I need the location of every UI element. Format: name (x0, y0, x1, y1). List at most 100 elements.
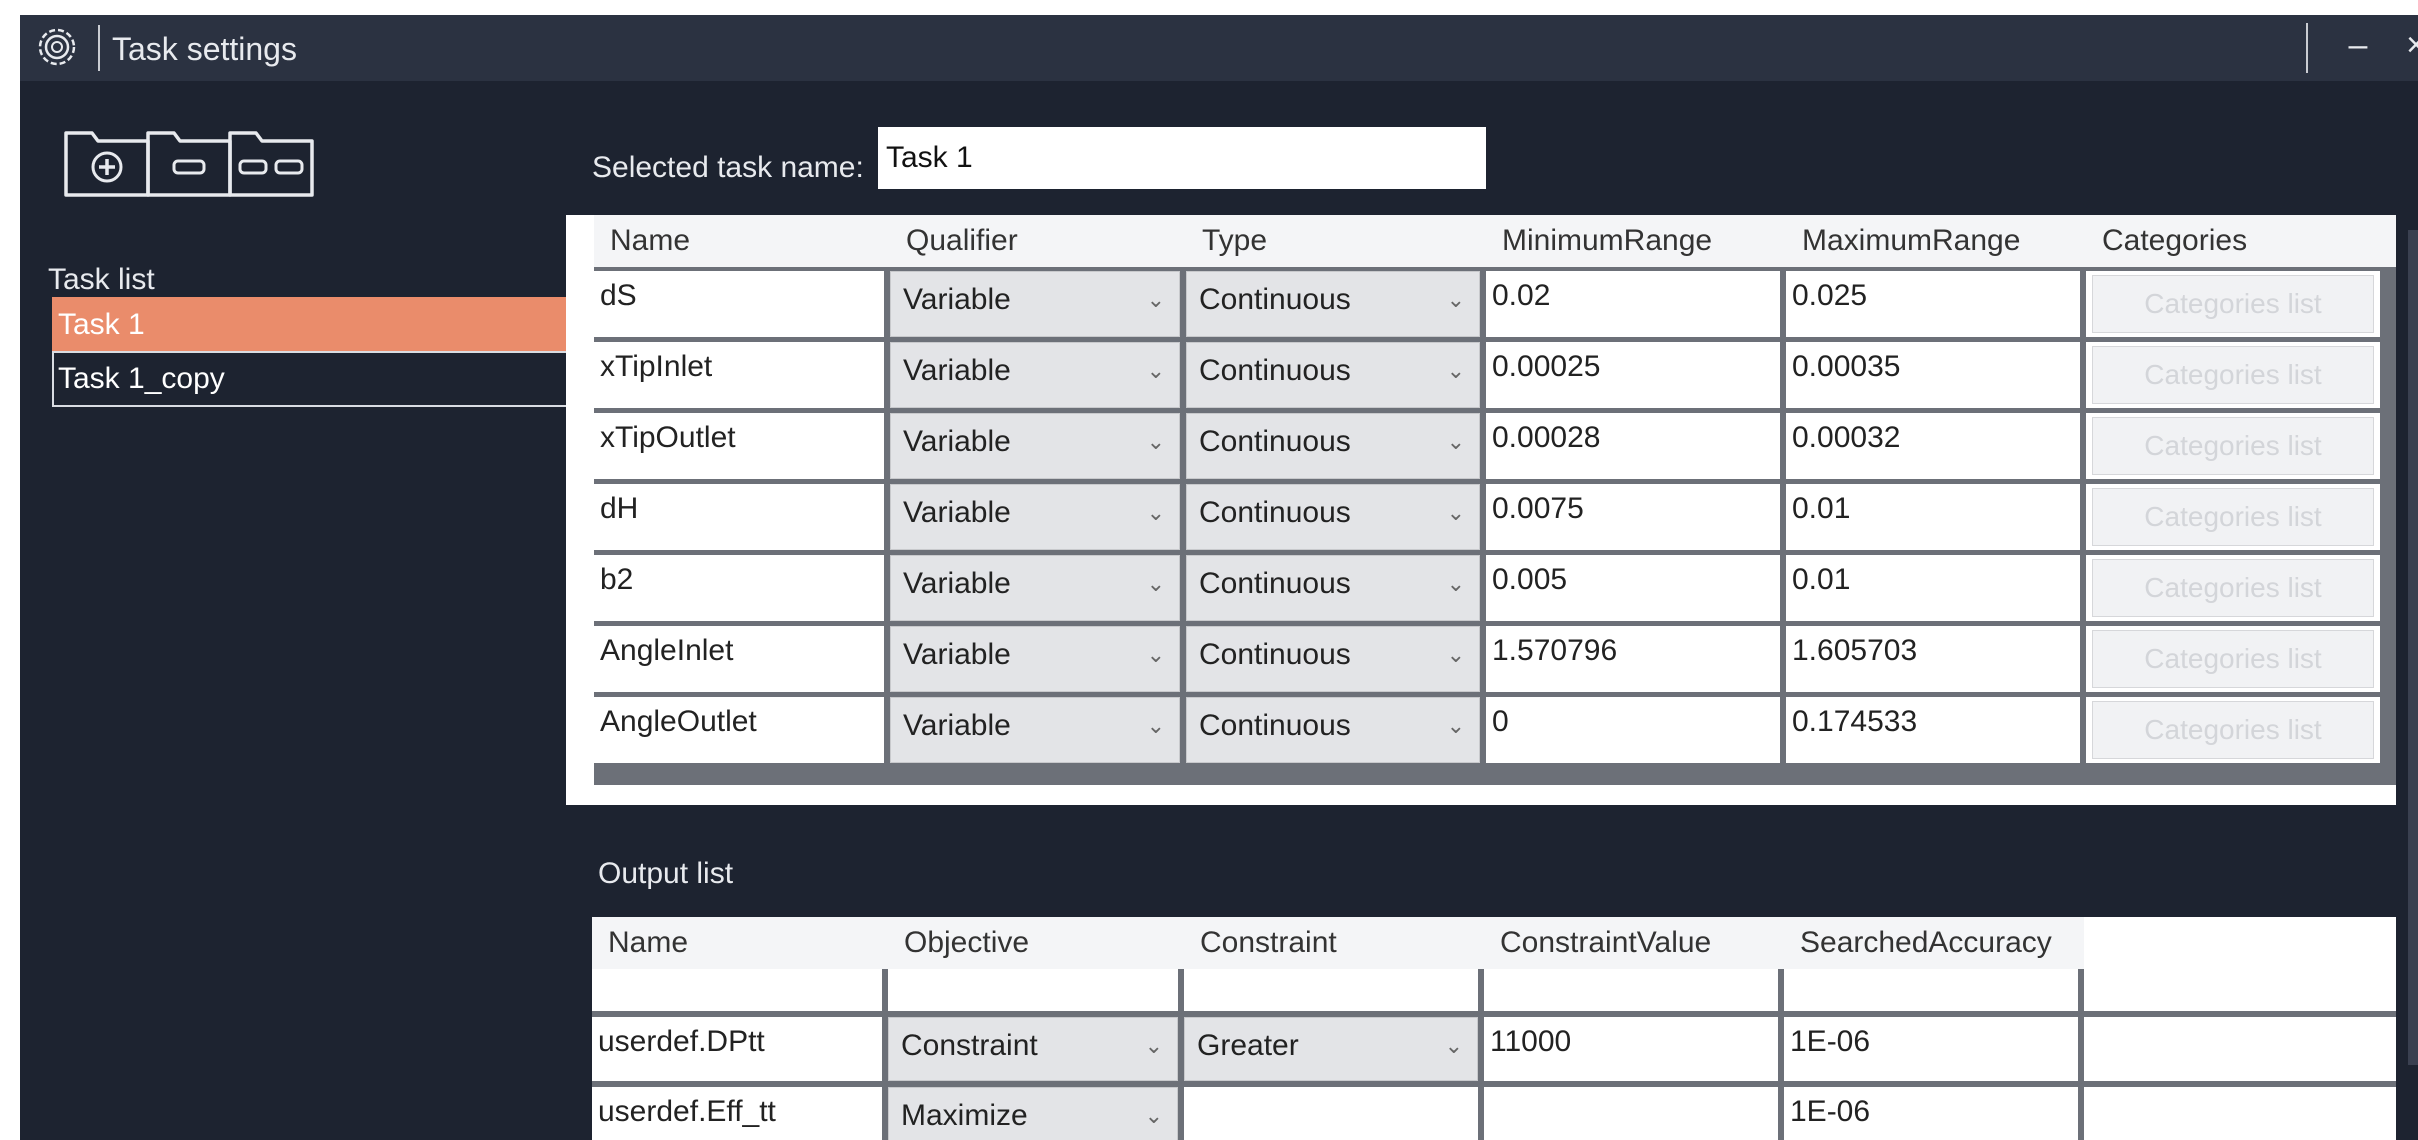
close-button[interactable]: × (2396, 23, 2418, 71)
folder-plus-icon (64, 131, 150, 197)
column-divider (1478, 969, 1484, 1140)
column-divider (2078, 969, 2084, 1140)
categories-cell: Categories list (2086, 271, 2380, 337)
chevron-down-icon: ⌄ (1446, 500, 1465, 525)
qualifier-dropdown[interactable]: Variable ⌄ (890, 413, 1180, 479)
output-list-table: Name Objective Constraint ConstraintValue Se… (592, 917, 2396, 1140)
type-dropdown[interactable]: Continuous ⌄ (1186, 626, 1480, 692)
qualifier-dropdown[interactable]: Variable ⌄ (890, 697, 1180, 763)
qualifier-dropdown-value: Variable (903, 496, 1011, 529)
type-dropdown-value: Continuous (1199, 354, 1351, 387)
chevron-down-icon: ⌄ (1446, 713, 1465, 738)
qualifier-dropdown[interactable]: Variable ⌄ (890, 271, 1180, 337)
add-task-button[interactable] (62, 123, 152, 199)
output-name-cell: userdef.Eff_tt (592, 1087, 882, 1140)
gear-icon (38, 28, 76, 66)
vertical-scrollbar[interactable] (2408, 230, 2418, 1065)
task-list-item[interactable]: Task 1_copy (52, 351, 612, 407)
categories-cell: Categories list (2086, 626, 2380, 692)
minimum-range-field[interactable]: 0.00028 (1486, 413, 1780, 479)
type-dropdown-value: Continuous (1199, 567, 1351, 600)
param-name-cell: AngleInlet (594, 626, 884, 692)
col-header-name: Name (594, 215, 890, 267)
chevron-down-icon: ⌄ (1146, 642, 1165, 667)
minimum-range-field[interactable]: 0.00025 (1486, 342, 1780, 408)
minimum-range-field[interactable]: 0.0075 (1486, 484, 1780, 550)
col-header-categories: Categories (2086, 215, 2396, 267)
col-header-type: Type (1186, 215, 1486, 267)
column-divider (882, 969, 888, 1140)
maximum-range-field[interactable]: 0.00035 (1786, 342, 2080, 408)
col-header-objective: Objective (888, 917, 1184, 969)
param-name-cell: xTipInlet (594, 342, 884, 408)
chevron-down-icon: ⌄ (1146, 429, 1165, 454)
categories-list-button[interactable]: Categories list (2092, 559, 2374, 617)
param-name-cell: dH (594, 484, 884, 550)
categories-cell: Categories list (2086, 413, 2380, 479)
searched-accuracy-field[interactable]: 1E-06 (1784, 1017, 2078, 1081)
categories-list-button[interactable]: Categories list (2092, 346, 2374, 404)
minimum-range-field[interactable]: 0.005 (1486, 555, 1780, 621)
constraint-dropdown-value: Greater (1197, 1029, 1299, 1062)
param-name-cell: AngleOutlet (594, 697, 884, 763)
maximum-range-field[interactable]: 0.00032 (1786, 413, 2080, 479)
output-name-cell: userdef.DPtt (592, 1017, 882, 1081)
type-dropdown[interactable]: Continuous ⌄ (1186, 484, 1480, 550)
qualifier-dropdown[interactable]: Variable ⌄ (890, 342, 1180, 408)
col-header-constraint-value: ConstraintValue (1484, 917, 1784, 969)
chevron-down-icon: ⌄ (1144, 1103, 1163, 1128)
maximum-range-field[interactable]: 0.025 (1786, 271, 2080, 337)
categories-cell: Categories list (2086, 697, 2380, 763)
task-list-item[interactable]: Task 1 (52, 297, 612, 353)
type-dropdown[interactable]: Continuous ⌄ (1186, 342, 1480, 408)
output-list-label: Output list (598, 857, 734, 890)
categories-list-button[interactable]: Categories list (2092, 701, 2374, 759)
title-separator (98, 25, 100, 71)
constraint-value-field[interactable]: 11000 (1484, 1017, 1778, 1081)
title-bar: Task settings – × (20, 15, 2418, 81)
maximum-range-field[interactable]: 0.01 (1786, 555, 2080, 621)
categories-list-button[interactable]: Categories list (2092, 275, 2374, 333)
remove-task-button[interactable] (144, 123, 234, 199)
qualifier-dropdown[interactable]: Variable ⌄ (890, 626, 1180, 692)
type-dropdown[interactable]: Continuous ⌄ (1186, 271, 1480, 337)
folder-minus-icon (146, 131, 232, 197)
column-divider (1178, 969, 1184, 1140)
type-dropdown[interactable]: Continuous ⌄ (1186, 697, 1480, 763)
col-header-maximum-range: MaximumRange (1786, 215, 2086, 267)
categories-list-button[interactable]: Categories list (2092, 630, 2374, 688)
type-dropdown-value: Continuous (1199, 283, 1351, 316)
constraint-value-field[interactable] (1484, 1087, 1778, 1140)
minimum-range-field[interactable]: 0.02 (1486, 271, 1780, 337)
selected-task-name-input[interactable] (878, 127, 1486, 189)
titlebar-separator (2306, 23, 2308, 73)
maximum-range-field[interactable]: 0.174533 (1786, 697, 2080, 763)
input-parameters-table: Name Qualifier Type MinimumRange MaximumRang… (566, 215, 2396, 805)
categories-cell: Categories list (2086, 484, 2380, 550)
col-header-constraint: Constraint (1184, 917, 1484, 969)
qualifier-dropdown-value: Variable (903, 354, 1011, 387)
qualifier-dropdown[interactable]: Variable ⌄ (890, 484, 1180, 550)
categories-list-button[interactable]: Categories list (2092, 417, 2374, 475)
searched-accuracy-field[interactable]: 1E-06 (1784, 1087, 2078, 1140)
maximum-range-field[interactable]: 1.605703 (1786, 626, 2080, 692)
objective-dropdown[interactable]: Constraint ⌄ (888, 1017, 1178, 1081)
objective-dropdown[interactable]: Maximize ⌄ (888, 1087, 1178, 1140)
type-dropdown-value: Continuous (1199, 425, 1351, 458)
constraint-dropdown[interactable]: Greater ⌄ (1184, 1017, 1478, 1081)
minimum-range-field[interactable]: 0 (1486, 697, 1780, 763)
minimum-range-field[interactable]: 1.570796 (1486, 626, 1780, 692)
minimize-button[interactable]: – (2338, 23, 2378, 71)
qualifier-dropdown[interactable]: Variable ⌄ (890, 555, 1180, 621)
qualifier-dropdown-value: Variable (903, 425, 1011, 458)
chevron-down-icon: ⌄ (1144, 1033, 1163, 1058)
constraint-cell (1184, 1087, 1478, 1140)
type-dropdown[interactable]: Continuous ⌄ (1186, 413, 1480, 479)
input-table-grid: Name Qualifier Type MinimumRange MaximumRang… (594, 215, 2396, 785)
folder-minus-all-icon (228, 131, 314, 197)
categories-list-button[interactable]: Categories list (2092, 488, 2374, 546)
type-dropdown[interactable]: Continuous ⌄ (1186, 555, 1480, 621)
maximum-range-field[interactable]: 0.01 (1786, 484, 2080, 550)
task-list-label: Task list (48, 263, 155, 296)
remove-all-tasks-button[interactable] (226, 123, 316, 199)
